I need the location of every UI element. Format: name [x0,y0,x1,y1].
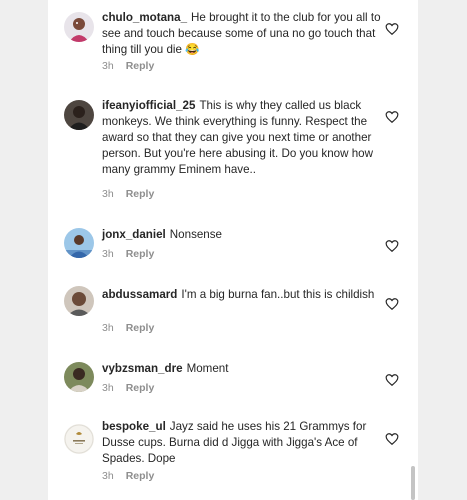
heart-outline-icon [385,111,399,124]
reply-button[interactable]: Reply [126,248,155,260]
comment-meta: 3h Reply [102,382,154,394]
like-button[interactable] [385,239,399,253]
comment-username[interactable]: bespoke_ul [102,420,166,433]
heart-outline-icon [385,23,399,36]
comment-body: chulo_motana_ He brought it to the club f… [102,10,382,58]
avatar-photo-icon [64,228,94,258]
heart-outline-icon [385,298,399,311]
avatar[interactable] [64,362,94,392]
comment-meta: 3h Reply [102,470,154,482]
heart-outline-icon [385,240,399,253]
like-button[interactable] [385,22,399,36]
comment-body: bespoke_ul Jayz said he uses his 21 Gramm… [102,419,382,467]
comment-text: Moment [186,362,229,375]
avatar[interactable] [64,286,94,316]
avatar-photo-icon [64,100,94,130]
reply-button[interactable]: Reply [126,60,155,72]
scrollbar[interactable] [411,466,415,500]
like-button[interactable] [385,297,399,311]
comment-time: 3h [102,382,114,394]
like-button[interactable] [385,432,399,446]
comment-username[interactable]: ifeanyiofficial_25 [102,99,195,112]
comment-username[interactable]: vybzsman_dre [102,362,183,375]
reply-button[interactable]: Reply [126,188,155,200]
avatar-photo-icon [64,12,94,42]
reply-button[interactable]: Reply [126,382,155,394]
reply-button[interactable]: Reply [126,322,155,334]
comment-meta: 3h Reply [102,60,154,72]
comment-username[interactable]: jonx_daniel [102,228,166,241]
comment-username[interactable]: chulo_motana_ [102,11,187,24]
avatar-photo-icon [64,286,94,316]
comments-panel: chulo_motana_ He brought it to the club f… [48,0,418,500]
avatar[interactable] [64,100,94,130]
avatar[interactable] [64,12,94,42]
comment-text: Nonsense [169,228,223,241]
avatar[interactable] [64,424,94,454]
comment-text: I'm a big burna fan..but this is childis… [181,288,375,301]
comment-time: 3h [102,322,114,334]
reply-button[interactable]: Reply [126,470,155,482]
comment-time: 3h [102,60,114,72]
comment-username[interactable]: abdussamard [102,288,177,301]
avatar-photo-icon [64,362,94,392]
comment-body: ifeanyiofficial_25 This is why they calle… [102,98,382,178]
like-button[interactable] [385,110,399,124]
avatar[interactable] [64,228,94,258]
comment-body: vybzsman_dre Moment [102,361,382,377]
comment-meta: 3h Reply [102,248,154,260]
comment-body: abdussamard I'm a big burna fan..but this… [102,287,382,303]
comment-time: 3h [102,248,114,260]
heart-outline-icon [385,374,399,387]
comment-meta: 3h Reply [102,188,154,200]
comment-time: 3h [102,188,114,200]
heart-outline-icon [385,433,399,446]
avatar-logo-icon [64,424,94,454]
comment-time: 3h [102,470,114,482]
like-button[interactable] [385,373,399,387]
comment-body: jonx_daniel Nonsense [102,227,382,243]
comment-meta: 3h Reply [102,322,154,334]
